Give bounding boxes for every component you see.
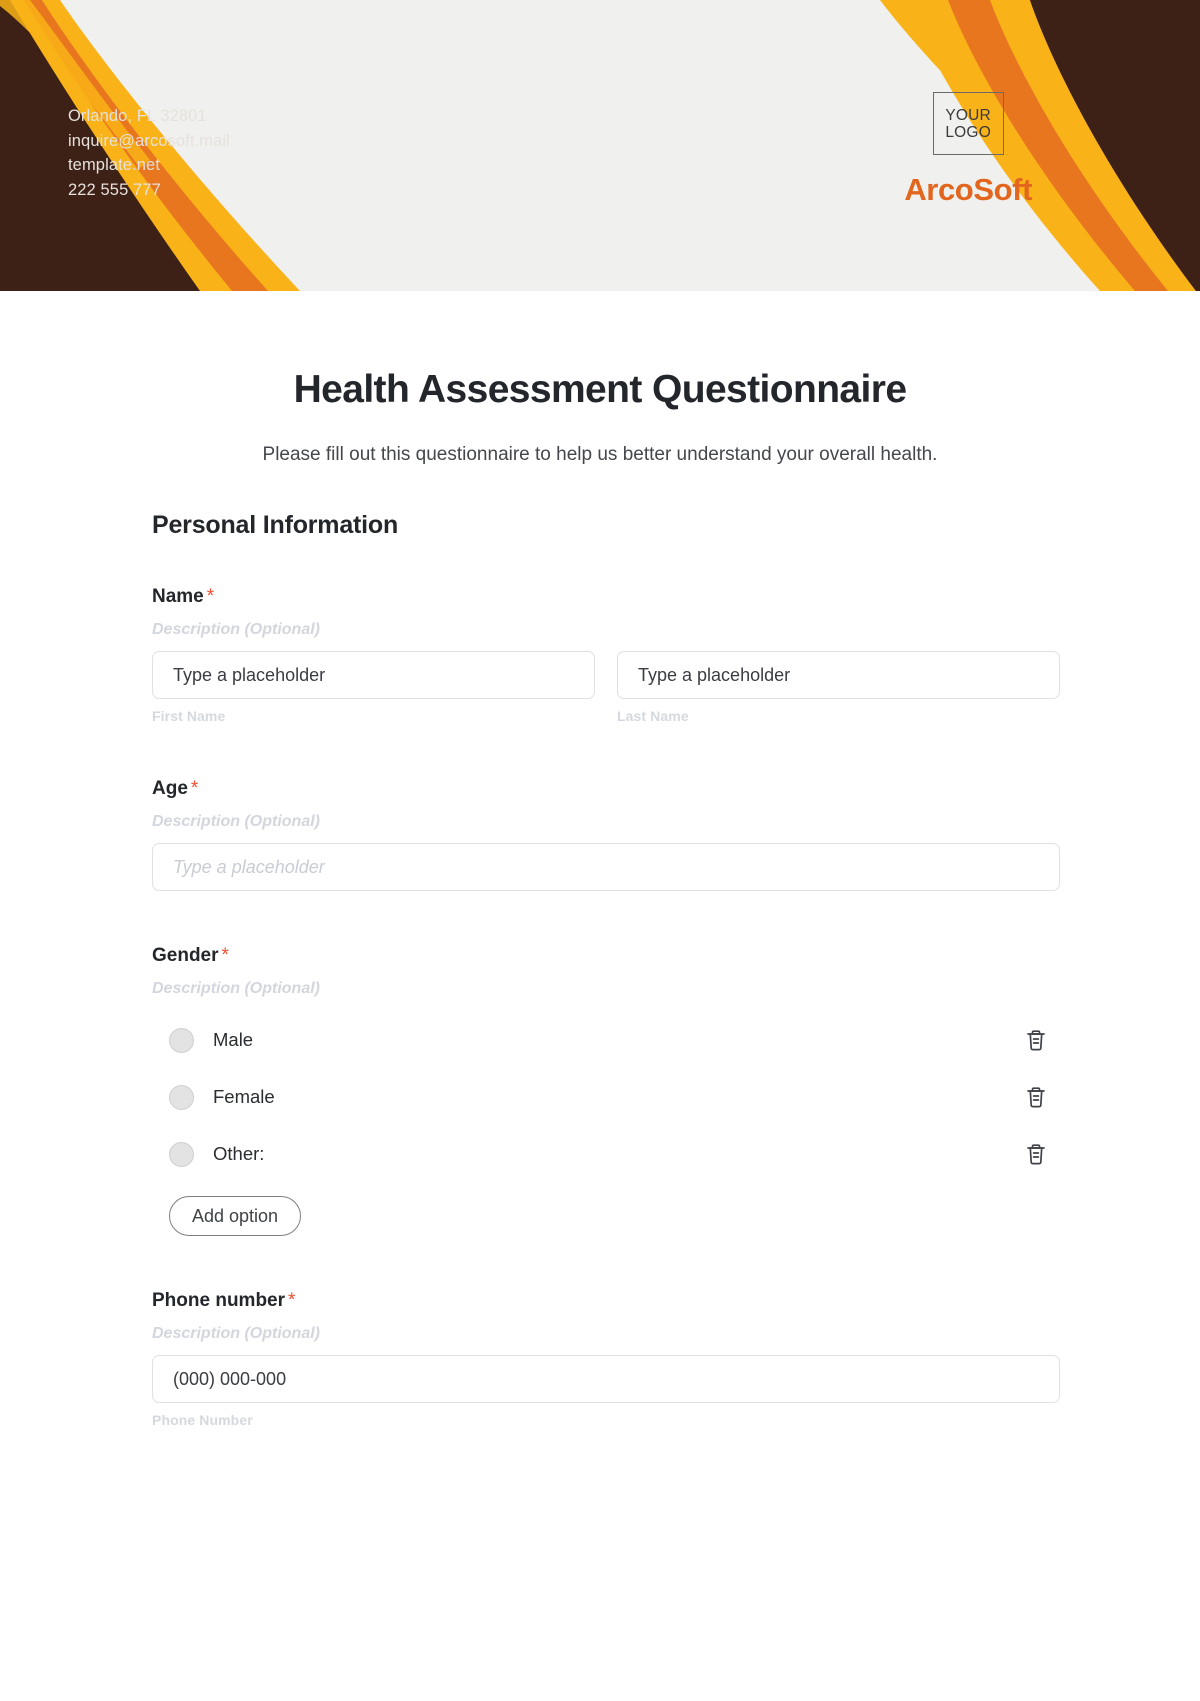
last-name-sub-label: Last Name <box>617 708 689 724</box>
contact-line-address: Orlando, FL 32801 <box>68 107 207 125</box>
option-label-other: Other: <box>213 1143 265 1164</box>
field-label-gender: Gender * <box>152 945 1060 967</box>
trash-icon <box>1025 1028 1047 1052</box>
logo-text-line-1: YOUR <box>945 106 991 124</box>
required-asterisk: * <box>288 1290 296 1311</box>
delete-option-other-button[interactable] <box>1023 1141 1049 1167</box>
logo-text-line-2: LOGO <box>945 123 991 141</box>
delete-option-female-button[interactable] <box>1023 1084 1049 1110</box>
form-body: Health Assessment Questionnaire Please f… <box>0 368 1200 1428</box>
field-phone-number: Phone number* Description (Optional) Pho… <box>152 1290 1060 1428</box>
brand-name: ArcoSoft <box>904 172 1032 207</box>
age-input[interactable] <box>152 843 1060 891</box>
radio-button-female[interactable] <box>169 1084 194 1110</box>
first-name-column: First Name <box>152 651 595 724</box>
header-contact-info: Orlando, FL 32801 inquire@arcosoft.mail … <box>68 104 230 202</box>
contact-line-email: inquire@arcosoft.mail <box>68 131 230 150</box>
field-description-gender: Description (Optional) <box>152 980 320 997</box>
age-input-row <box>152 843 1060 891</box>
field-label-gender-text: Gender <box>152 945 219 966</box>
required-asterisk: * <box>221 945 229 966</box>
field-description-name: Description (Optional) <box>152 621 320 638</box>
last-name-column: Last Name <box>617 651 1060 724</box>
age-column <box>152 843 1060 891</box>
trash-icon <box>1025 1085 1047 1109</box>
option-row-other[interactable]: Other: <box>152 1134 1060 1174</box>
trash-icon <box>1025 1142 1047 1166</box>
logo-placeholder-box: YOUR LOGO <box>932 92 1004 155</box>
gender-options-list: Male Female Other: Add option <box>152 1020 1060 1236</box>
option-row-male[interactable]: Male <box>152 1020 1060 1060</box>
field-label-phone-number-text: Phone number <box>152 1290 286 1311</box>
field-label-name: Name * <box>152 586 1060 608</box>
field-description-age: Description (Optional) <box>152 813 320 830</box>
add-option-button[interactable]: Add option <box>169 1196 302 1236</box>
brand-logo-block: YOUR LOGO ArcoSoft <box>904 92 1032 208</box>
page-header: Orlando, FL 32801 inquire@arcosoft.mail … <box>0 0 1200 291</box>
form-content: Personal Information Name * Description (… <box>140 511 1060 1428</box>
radio-button-other[interactable] <box>169 1141 194 1167</box>
field-label-name-text: Name <box>152 586 204 607</box>
first-name-input[interactable] <box>152 651 595 699</box>
field-label-phone-number: Phone number * <box>152 1290 1060 1312</box>
field-label-age: Age * <box>152 778 1060 800</box>
field-description-phone-number: Description (Optional) <box>152 1325 320 1342</box>
phone-number-input[interactable] <box>152 1355 1060 1403</box>
name-input-row: First Name Last Name <box>152 651 1060 724</box>
option-row-female[interactable]: Female <box>152 1077 1060 1117</box>
page-title: Health Assessment Questionnaire <box>293 368 907 411</box>
phone-input-row: Phone Number <box>152 1355 1060 1428</box>
required-asterisk: * <box>190 778 199 799</box>
field-age: Age * Description (Optional) <box>152 778 1060 891</box>
phone-column: Phone Number <box>152 1355 1060 1428</box>
field-label-age-text: Age <box>152 778 188 799</box>
phone-number-sub-label: Phone Number <box>152 1412 253 1428</box>
contact-line-phone: 222 555 777 <box>68 180 161 199</box>
required-asterisk: * <box>206 586 215 607</box>
delete-option-male-button[interactable] <box>1023 1027 1049 1053</box>
option-label-female: Female <box>213 1086 275 1107</box>
radio-button-male[interactable] <box>169 1027 194 1053</box>
page-subtitle: Please fill out this questionnaire to he… <box>262 444 938 465</box>
option-label-male: Male <box>213 1029 254 1050</box>
field-gender: Gender * Description (Optional) Male Fem… <box>152 945 1060 1236</box>
last-name-input[interactable] <box>617 651 1060 699</box>
field-name: Name* Description (Optional) First Name … <box>152 586 1060 724</box>
section-heading-personal-information: Personal Information <box>152 511 399 539</box>
first-name-sub-label: First Name <box>152 708 226 724</box>
contact-line-website: template.net <box>68 156 161 174</box>
